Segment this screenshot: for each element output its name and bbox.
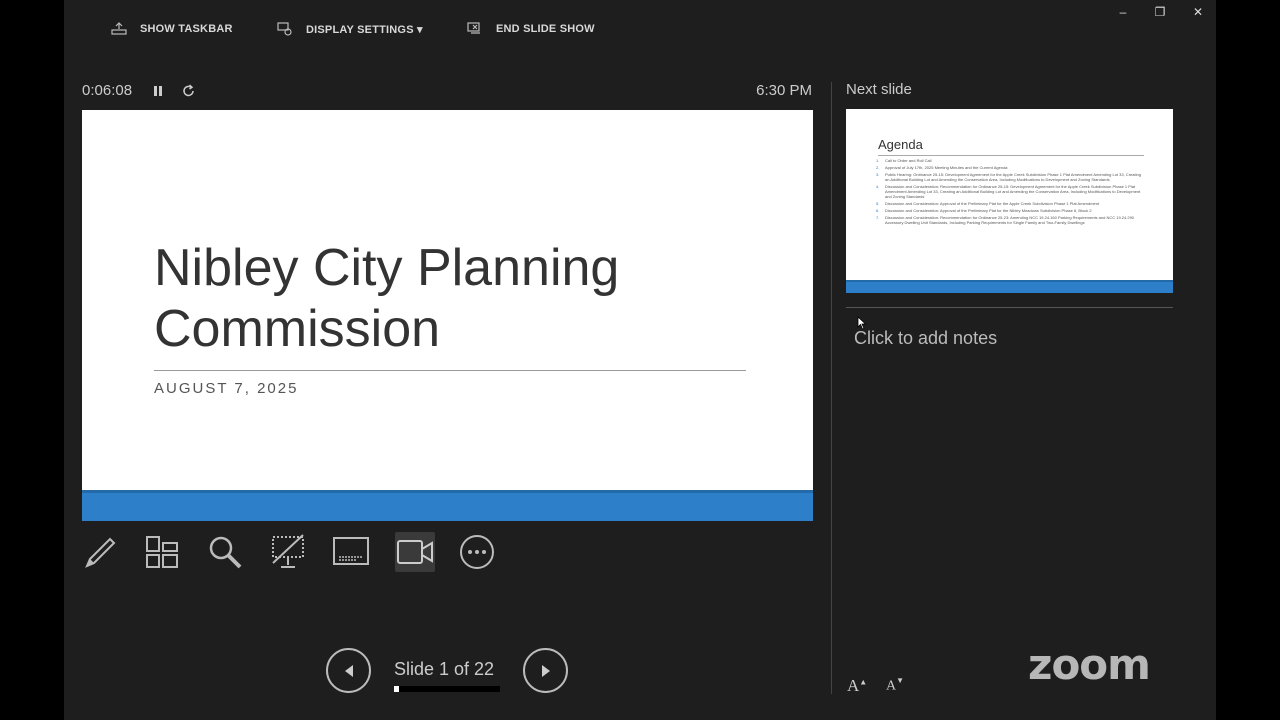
agenda-item: 2. Approval of July 17th, 2025 Meeting Mi…	[876, 165, 1008, 170]
end-slide-show-button[interactable]: END SLIDE SHOW	[466, 20, 595, 38]
agenda-item: 1. Call to Order and Roll Call	[876, 158, 932, 163]
triangle-left-icon	[344, 664, 353, 677]
agenda-item: 7. Discussion and Consideration: Recommen…	[876, 215, 1135, 225]
display-settings-label: DISPLAY SETTINGS ▾	[306, 23, 423, 36]
current-time: 6:30 PM	[756, 82, 812, 99]
close-button[interactable]: ✕	[1188, 4, 1208, 20]
slide-footer-band	[82, 490, 813, 521]
notes-divider	[846, 307, 1173, 308]
restart-timer-button[interactable]	[181, 83, 197, 104]
zoom-into-slide-button[interactable]	[205, 532, 245, 572]
camera-icon	[397, 540, 433, 564]
pause-icon	[154, 86, 162, 96]
show-taskbar-button[interactable]: SHOW TASKBAR	[110, 20, 233, 38]
triangle-right-icon	[541, 664, 550, 677]
pane-divider[interactable]	[831, 82, 832, 694]
restore-button[interactable]: ❐	[1150, 4, 1170, 20]
end-show-icon	[467, 22, 480, 34]
agenda-item: 3. Public Hearing: Ordinance 25-15: Devel…	[876, 172, 1141, 182]
end-slide-show-label: END SLIDE SHOW	[496, 23, 595, 35]
decrease-font-button[interactable]: A▼	[886, 676, 904, 694]
show-taskbar-label: SHOW TASKBAR	[140, 23, 233, 35]
black-screen-icon	[272, 534, 304, 568]
slide-title: Nibley City Planning Commission	[154, 239, 620, 358]
black-screen-button[interactable]	[268, 532, 308, 572]
pen-tool-button[interactable]	[80, 532, 120, 572]
zoom-icon	[209, 536, 242, 569]
next-slide-title-divider	[878, 155, 1144, 156]
next-slide-footer-band	[846, 280, 1173, 293]
more-options-icon	[460, 535, 494, 569]
presenter-view: SHOW TASKBAR DISPLAY SETTINGS ▾ END SLID…	[64, 0, 1216, 720]
slide-progress-fill	[394, 686, 399, 692]
next-slide-title: Agenda	[878, 137, 923, 152]
previous-slide-button[interactable]	[326, 648, 371, 693]
minimize-button[interactable]: –	[1113, 4, 1133, 20]
notes-area[interactable]: Click to add notes	[854, 328, 997, 349]
monitor-gear-icon	[277, 22, 292, 36]
taskbar-icon	[111, 22, 127, 35]
pause-timer-button[interactable]	[152, 84, 164, 103]
increase-font-icon: A	[847, 676, 860, 695]
current-slide[interactable]: Nibley City Planning Commission AUGUST 7…	[82, 110, 813, 521]
subtitles-icon	[333, 537, 369, 565]
decrease-font-icon: A	[886, 678, 897, 694]
agenda-list: 1. Call to Order and Roll Call 2. Approval …	[876, 158, 1146, 227]
next-slide-label: Next slide	[846, 81, 912, 98]
elapsed-timer: 0:06:08	[82, 82, 133, 99]
agenda-item: 5. Discussion and Consideration: Approval…	[876, 201, 1100, 206]
restart-icon	[183, 84, 194, 97]
slide-title-divider	[154, 370, 746, 371]
agenda-item: 4. Discussion and Consideration: Recommen…	[876, 184, 1141, 199]
restore-icon: ❐	[1154, 5, 1166, 19]
slide-subtitle: AUGUST 7, 2025	[154, 380, 299, 397]
close-icon: ✕	[1192, 5, 1204, 19]
slide-progress-bar	[394, 686, 500, 692]
agenda-item: 6. Discussion and Consideration: Approval…	[876, 208, 1092, 213]
see-all-slides-button[interactable]	[142, 532, 182, 572]
more-options-button[interactable]	[457, 532, 497, 572]
see-all-slides-icon	[146, 536, 178, 568]
zoom-logo: zoom	[1028, 640, 1151, 689]
increase-font-button[interactable]: A▲	[847, 676, 867, 696]
next-slide-preview[interactable]: Agenda 1. Call to Order and Roll Call 2. Ap…	[846, 109, 1173, 293]
camera-toggle-button[interactable]	[395, 532, 435, 572]
minimize-icon: –	[1119, 5, 1127, 19]
slide-counter[interactable]: Slide 1 of 22	[394, 659, 494, 680]
pen-icon	[85, 537, 116, 568]
subtitles-button[interactable]	[331, 532, 371, 572]
next-slide-button[interactable]	[523, 648, 568, 693]
display-settings-button[interactable]: DISPLAY SETTINGS ▾	[276, 20, 423, 38]
